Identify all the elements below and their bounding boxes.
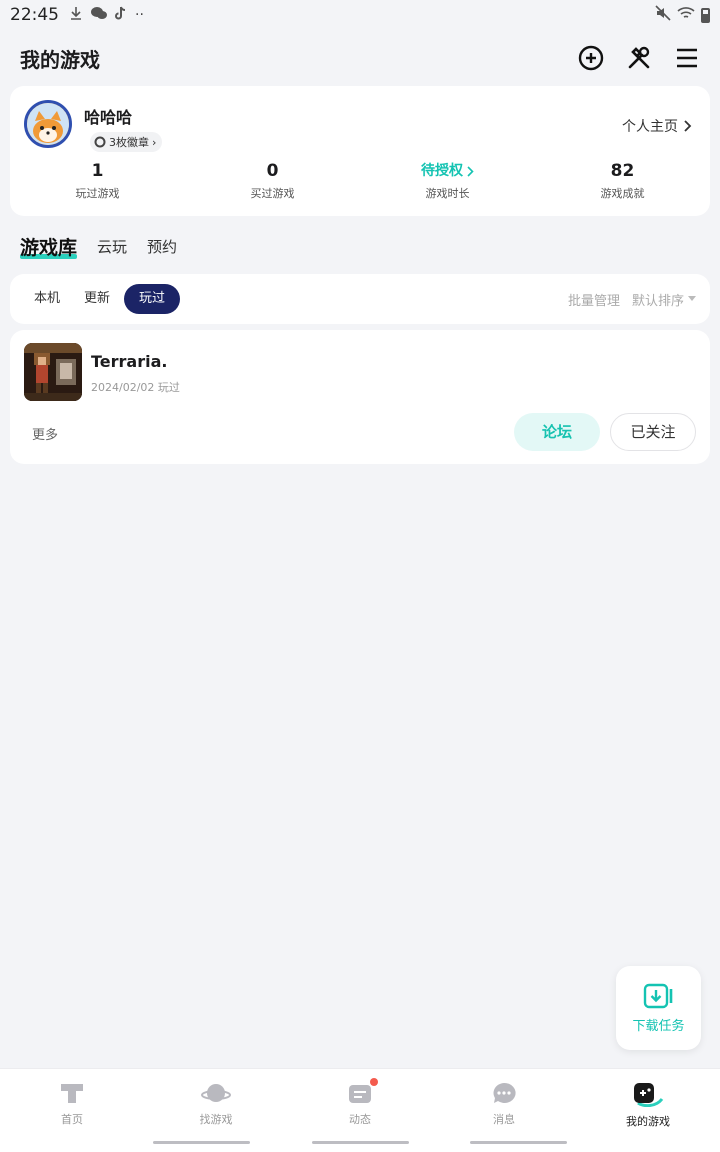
- game-name[interactable]: Terraria.: [91, 352, 167, 371]
- nav-feed[interactable]: 动态: [288, 1069, 432, 1152]
- authorize-label: 待授权: [421, 163, 463, 179]
- sort-label: 默认排序: [631, 293, 684, 309]
- gamepad-icon: [634, 1083, 664, 1107]
- chevron-right-icon: [467, 165, 474, 177]
- home-icon: [61, 1084, 83, 1103]
- status-time: 22:45: [10, 5, 59, 25]
- tools-icon[interactable]: [626, 45, 652, 71]
- batch-manage-button[interactable]: 批量管理: [568, 290, 620, 309]
- gesture-handle: [153, 1141, 250, 1144]
- header: 我的游戏: [0, 36, 720, 80]
- homepage-label: 个人主页: [622, 119, 678, 135]
- mute-icon: [655, 4, 671, 26]
- badge-chip[interactable]: 3枚徽章 ›: [90, 132, 163, 152]
- notification-dot: [370, 1078, 378, 1086]
- medal-icon: [94, 136, 106, 148]
- feed-icon: [349, 1085, 371, 1103]
- profile-card: 哈哈哈 3枚徽章 › 个人主页 1 玩过游戏 0 买过游戏 待授权 游戏时长 8…: [10, 86, 710, 216]
- message-icon: [493, 1082, 516, 1103]
- stat-value: 82: [610, 161, 635, 181]
- nav-my-games[interactable]: 我的游戏: [576, 1069, 720, 1152]
- chip-local[interactable]: 本机: [24, 284, 70, 314]
- nav-label: 首页: [61, 1113, 83, 1126]
- wifi-icon: [677, 5, 695, 25]
- nav-label: 我的游戏: [626, 1115, 670, 1128]
- chevron-right-icon: ›: [152, 135, 157, 149]
- tab-library[interactable]: 游戏库: [20, 233, 78, 260]
- caret-down-icon: [688, 296, 696, 301]
- homepage-link[interactable]: 个人主页: [622, 116, 692, 136]
- stat-value: 1: [91, 161, 104, 181]
- battery-icon: [701, 7, 710, 23]
- tab-reserve[interactable]: 预约: [147, 236, 177, 257]
- status-bar: 22:45 ··: [0, 0, 720, 30]
- chevron-right-icon: [684, 120, 692, 132]
- nav-home[interactable]: 首页: [0, 1069, 144, 1152]
- add-circle-icon[interactable]: [578, 45, 604, 71]
- stat-label: 游戏时长: [425, 187, 470, 200]
- gesture-handle: [470, 1141, 567, 1144]
- stat-bought[interactable]: 0 买过游戏: [185, 160, 360, 201]
- bottom-nav: 首页 找游戏 动态 消息 我的游戏: [0, 1068, 720, 1152]
- nav-find-games[interactable]: 找游戏: [144, 1069, 288, 1152]
- nav-label: 动态: [349, 1113, 371, 1126]
- chip-played[interactable]: 玩过: [124, 284, 181, 314]
- more-dots-icon: ··: [135, 7, 144, 23]
- stat-label: 游戏成就: [600, 187, 645, 200]
- stat-label: 玩过游戏: [75, 187, 120, 200]
- more-button[interactable]: 更多: [32, 424, 58, 443]
- download-box-icon: [643, 983, 672, 1008]
- download-icon: [69, 6, 83, 24]
- stats-row: 1 玩过游戏 0 买过游戏 待授权 游戏时长 82 游戏成就: [10, 160, 710, 201]
- game-card[interactable]: Terraria. 2024/02/02 玩过 更多 论坛 已关注: [10, 330, 710, 464]
- nav-label: 找游戏: [199, 1113, 233, 1126]
- download-task-label: 下载任务: [632, 1018, 685, 1034]
- stat-played[interactable]: 1 玩过游戏: [10, 160, 185, 201]
- gesture-handle: [312, 1141, 409, 1144]
- chip-update[interactable]: 更新: [74, 284, 120, 314]
- stat-playtime[interactable]: 待授权 游戏时长: [360, 160, 535, 201]
- page-title: 我的游戏: [20, 47, 100, 72]
- tiktok-icon: [115, 6, 127, 24]
- stat-value: 0: [266, 161, 279, 181]
- nav-messages[interactable]: 消息: [432, 1069, 576, 1152]
- library-tabs: 游戏库 云玩 预约: [20, 228, 177, 264]
- badge-label: 3枚徽章: [109, 136, 149, 149]
- stat-label: 买过游戏: [250, 187, 295, 200]
- download-task-button[interactable]: 下载任务: [616, 966, 701, 1050]
- game-played-date: 2024/02/02 玩过: [91, 381, 180, 394]
- planet-icon: [201, 1084, 231, 1102]
- follow-button[interactable]: 已关注: [610, 413, 696, 451]
- menu-icon[interactable]: [674, 45, 700, 71]
- avatar[interactable]: [24, 100, 72, 148]
- filter-bar: 本机 更新 玩过 批量管理 默认排序: [10, 274, 710, 324]
- sort-dropdown[interactable]: 默认排序: [632, 290, 696, 309]
- wechat-icon: [91, 6, 107, 24]
- forum-button[interactable]: 论坛: [514, 413, 600, 451]
- stat-achievements[interactable]: 82 游戏成就: [535, 160, 710, 201]
- tab-cloud[interactable]: 云玩: [97, 236, 127, 257]
- game-icon[interactable]: [24, 343, 82, 401]
- stat-value-link: 待授权: [360, 160, 535, 182]
- nav-label: 消息: [493, 1113, 515, 1126]
- username: 哈哈哈: [84, 108, 133, 127]
